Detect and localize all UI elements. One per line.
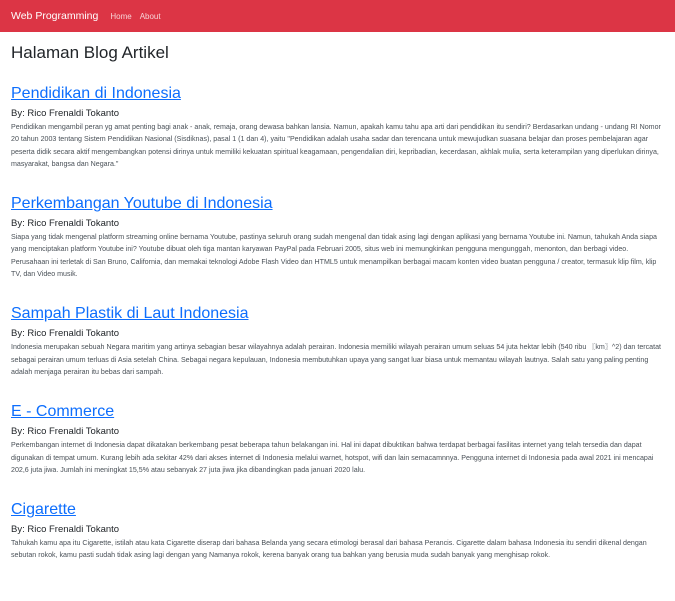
nav-link-about[interactable]: About [140, 12, 161, 21]
article-pendidikan: Pendidikan di Indonesia By: Rico Frenald… [11, 84, 664, 170]
article-author: By: Rico Frenaldi Tokanto [11, 426, 120, 438]
article-title-link[interactable]: Sampah Plastik di Laut Indonesia [11, 304, 248, 324]
article-youtube: Perkembangan Youtube di Indonesia By: Ri… [11, 194, 664, 280]
article-body: Pendidikan mengambil peran yg amat penti… [11, 123, 661, 168]
article-title-link[interactable]: Cigarette [11, 500, 76, 520]
article-author: By: Rico Frenaldi Tokanto [11, 108, 120, 119]
article-body: Indonesia merupakan sebuah Negara mariti… [11, 343, 661, 376]
article-title-link[interactable]: Pendidikan di Indonesia [11, 84, 181, 104]
main-content: Halaman Blog Artikel Pendidikan di Indon… [0, 42, 675, 562]
page-title: Halaman Blog Artikel [11, 43, 169, 62]
article-author: By: Rico Frenaldi Tokanto [11, 328, 120, 340]
article-body: Siapa yang tidak mengenal platform strea… [11, 233, 657, 279]
article-body: Tahukah kamu apa itu Cigarette, istilah … [11, 539, 647, 560]
nav-link-home[interactable]: Home [110, 12, 131, 21]
article-author: By: Rico Frenaldi Tokanto [11, 524, 120, 536]
article-cigarette: Cigarette By: Rico Frenaldi Tokanto Tahu… [11, 500, 664, 562]
article-author: By: Rico Frenaldi Tokanto [11, 218, 120, 230]
top-navbar: Web Programming Home About [0, 0, 675, 32]
article-title-link[interactable]: E - Commerce [11, 402, 114, 422]
navbar-brand[interactable]: Web Programming [11, 10, 98, 22]
article-ecommerce: E - Commerce By: Rico Frenaldi Tokanto P… [11, 402, 664, 476]
article-title-link[interactable]: Perkembangan Youtube di Indonesia [11, 194, 273, 214]
article-body: Perkembangan internet di Indonesia dapat… [11, 441, 654, 474]
article-sampah-plastik: Sampah Plastik di Laut Indonesia By: Ric… [11, 304, 664, 378]
